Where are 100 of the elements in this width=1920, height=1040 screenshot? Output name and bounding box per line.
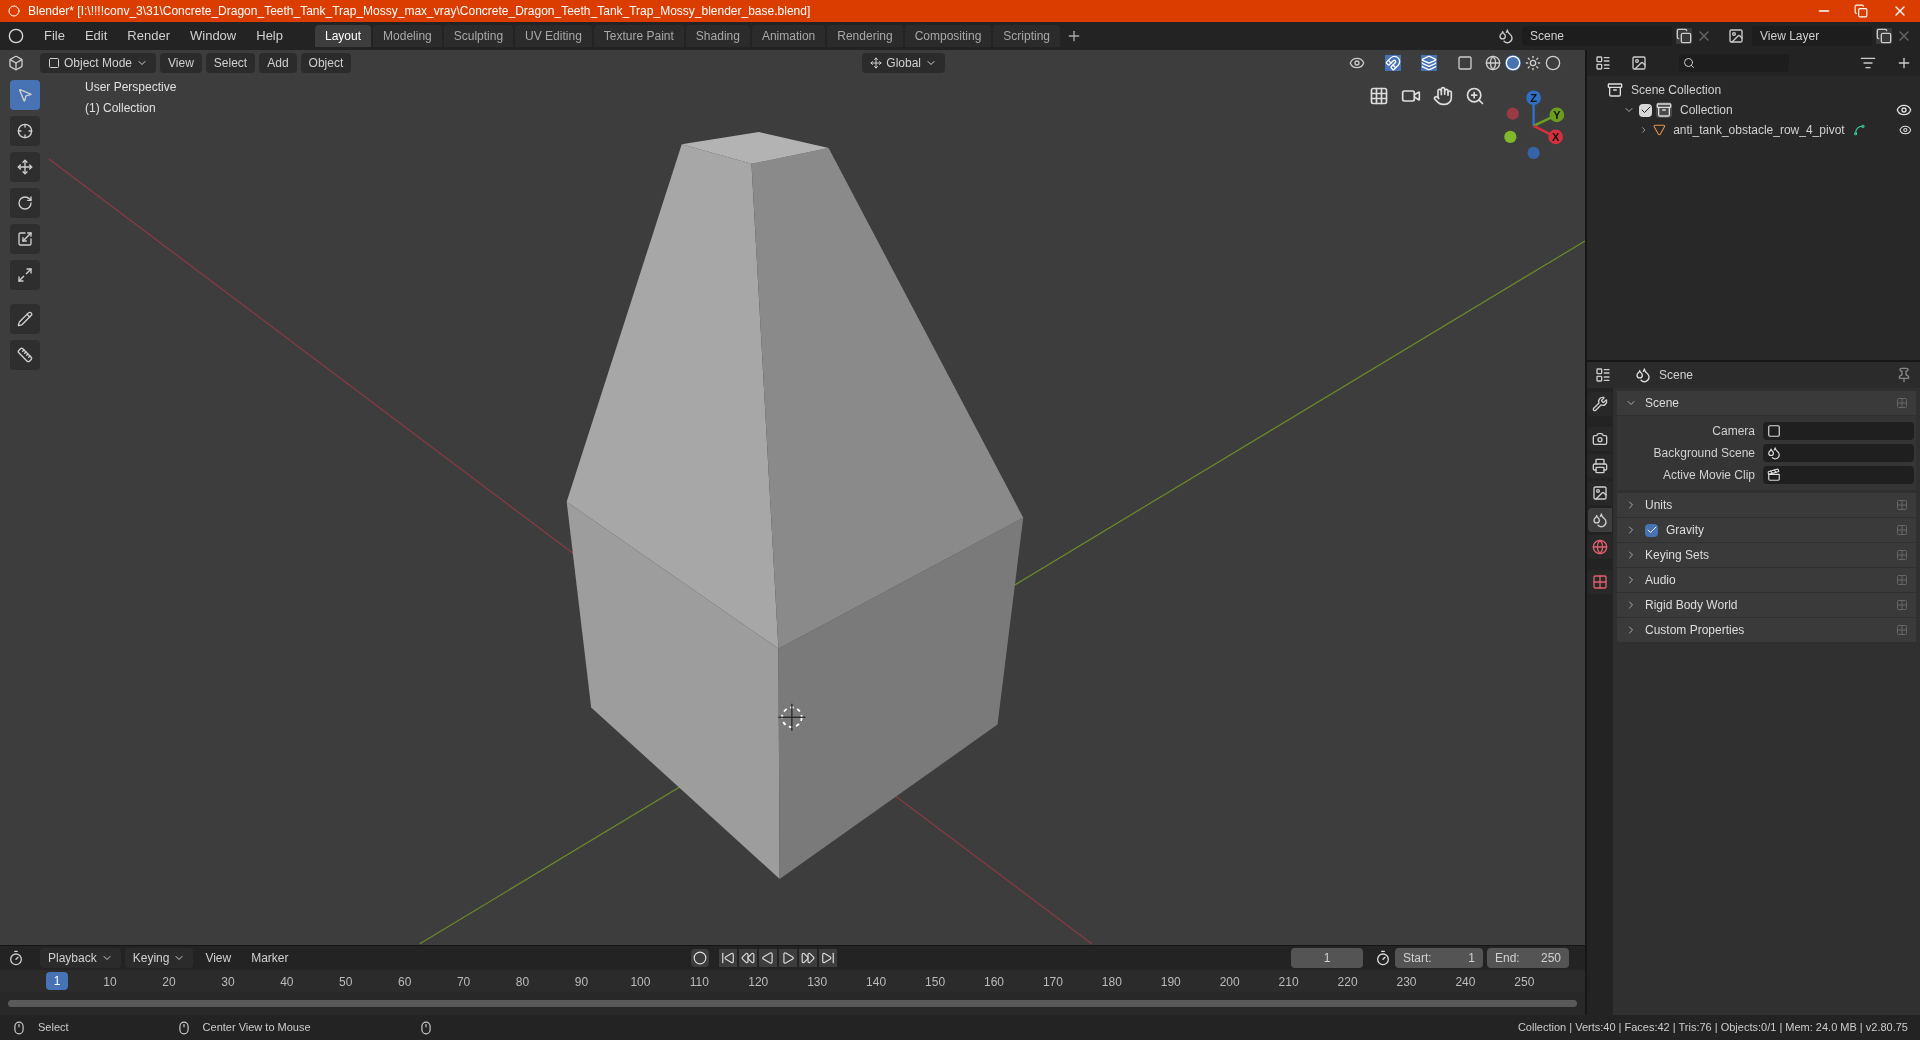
object-field[interactable] (1763, 466, 1914, 484)
workspace-tab[interactable]: Sculpting (443, 25, 514, 47)
timeline-menu[interactable]: Keying (124, 948, 194, 968)
workspace-tab[interactable]: Shading (685, 25, 750, 47)
gravity-checkbox[interactable] (1645, 523, 1658, 537)
viewport-menu[interactable]: View (160, 53, 202, 73)
scene-field[interactable]: Scene (1522, 26, 1672, 46)
properties-tab[interactable] (1588, 427, 1612, 451)
workspace-tab[interactable]: Scripting (993, 25, 1061, 47)
menu-item[interactable]: File (36, 26, 73, 46)
display-mode-icon[interactable] (1631, 55, 1647, 71)
viewport-menu[interactable]: Add (259, 53, 297, 73)
panel-header[interactable]: Scene (1645, 394, 1680, 412)
timeline-menu[interactable]: View (197, 948, 240, 968)
search-field[interactable] (1679, 54, 1789, 72)
mode-dropdown[interactable]: Object Mode (40, 53, 157, 73)
stopwatch-icon[interactable] (1375, 950, 1391, 966)
panel-header[interactable]: Audio (1645, 571, 1676, 589)
tool-button[interactable] (10, 260, 40, 290)
rendered-shading-icon[interactable] (1545, 55, 1561, 71)
viewport-menu[interactable]: Object (300, 53, 352, 73)
menu-item[interactable]: Edit (76, 26, 116, 46)
solid-shading-icon[interactable] (1505, 55, 1521, 71)
workspace-tab[interactable]: Animation (751, 25, 826, 47)
record-icon[interactable] (691, 949, 709, 967)
playhead[interactable]: 1 (46, 972, 68, 990)
menu-item[interactable]: Render (119, 26, 178, 46)
editor-type-icon[interactable] (1595, 367, 1611, 383)
outliner-item[interactable]: anti_tank_obstacle_row_4_pivot (1673, 121, 1845, 139)
axis-dot-icon[interactable] (1527, 146, 1540, 159)
scrollbar[interactable] (8, 1000, 1577, 1007)
next-keyframe-icon[interactable] (799, 949, 817, 967)
workspace-tab[interactable]: Modeling (373, 25, 442, 47)
panel-header[interactable]: Gravity (1666, 521, 1704, 539)
play-reverse-icon[interactable] (759, 949, 777, 967)
drag-handle-icon[interactable] (1896, 599, 1908, 611)
axis-handle[interactable]: Z (1526, 90, 1541, 126)
menu-item[interactable]: Help (248, 26, 291, 46)
properties-tab[interactable] (1588, 481, 1612, 505)
previous-keyframe-icon[interactable] (739, 949, 757, 967)
view-layer-icon[interactable] (1728, 28, 1744, 44)
viewport-menu[interactable]: Select (205, 53, 256, 73)
drag-handle-icon[interactable] (1896, 524, 1908, 536)
outliner-item[interactable]: Scene Collection (1631, 81, 1722, 99)
editor-type-icon[interactable] (1595, 55, 1611, 71)
workspace-tab[interactable]: UV Editing (515, 25, 592, 47)
panel-header[interactable]: Units (1645, 496, 1673, 514)
workspace-tab[interactable]: Layout (315, 25, 372, 47)
scene-icon[interactable] (1498, 28, 1514, 44)
wireframe-shading-icon[interactable] (1485, 55, 1501, 71)
new-collection-icon[interactable] (1896, 55, 1912, 71)
material-shading-icon[interactable] (1525, 55, 1541, 71)
drag-handle-icon[interactable] (1896, 499, 1908, 511)
axis-handle[interactable]: Y (1533, 107, 1565, 127)
drag-handle-icon[interactable] (1896, 549, 1908, 561)
workspace-tab[interactable]: Texture Paint (593, 25, 684, 47)
end-frame-field[interactable]: End: 250 (1487, 948, 1569, 968)
object-field[interactable] (1763, 422, 1914, 440)
menu-item[interactable]: Window (182, 26, 245, 46)
properties-tab[interactable] (1588, 535, 1612, 559)
axis-dot-icon[interactable] (1506, 107, 1519, 120)
workspace-tab[interactable]: Compositing (904, 25, 992, 47)
play-icon[interactable] (779, 949, 797, 967)
panel-header[interactable]: Keying Sets (1645, 546, 1710, 564)
copy-icon[interactable] (1676, 28, 1692, 44)
outliner-item[interactable]: Collection (1680, 101, 1733, 119)
editor-type-icon[interactable] (8, 950, 24, 966)
properties-tab[interactable] (1588, 392, 1612, 416)
timeline-menu[interactable]: Playback (40, 948, 121, 968)
current-frame-field[interactable]: 1 (1291, 948, 1363, 968)
tool-button[interactable] (10, 340, 40, 370)
zoom-icon[interactable] (1465, 86, 1485, 106)
axis-handle[interactable]: X (1533, 124, 1563, 145)
drag-handle-icon[interactable] (1896, 624, 1908, 636)
overlay-icon[interactable] (1421, 55, 1437, 71)
properties-tab[interactable] (1588, 454, 1612, 478)
properties-tab[interactable] (1588, 508, 1612, 532)
object-field[interactable] (1763, 444, 1914, 462)
visibility-icon[interactable] (1896, 102, 1912, 118)
timeline-menu[interactable]: Marker (243, 948, 297, 968)
orientation-dropdown[interactable]: Global (862, 53, 945, 73)
tool-button[interactable] (10, 224, 40, 254)
visibility-icon[interactable] (1349, 55, 1365, 71)
drag-handle-icon[interactable] (1896, 397, 1908, 409)
tool-button[interactable] (10, 116, 40, 146)
filter-icon[interactable] (1860, 55, 1876, 71)
grid-icon[interactable] (1369, 86, 1389, 106)
start-frame-field[interactable]: Start: 1 (1395, 948, 1483, 968)
copy-icon[interactable] (1876, 28, 1892, 44)
jump-end-icon[interactable] (819, 949, 837, 967)
tool-button[interactable] (10, 152, 40, 182)
jump-start-icon[interactable] (719, 949, 737, 967)
hand-icon[interactable] (1433, 86, 1453, 106)
axis-dot-icon[interactable] (1504, 130, 1517, 144)
workspace-tab[interactable]: Rendering (827, 25, 903, 47)
tool-button[interactable] (10, 304, 40, 334)
tool-button[interactable] (10, 188, 40, 218)
editor-type-icon[interactable] (8, 55, 24, 71)
drag-handle-icon[interactable] (1896, 574, 1908, 586)
view-layer-field[interactable]: View Layer (1752, 26, 1872, 46)
